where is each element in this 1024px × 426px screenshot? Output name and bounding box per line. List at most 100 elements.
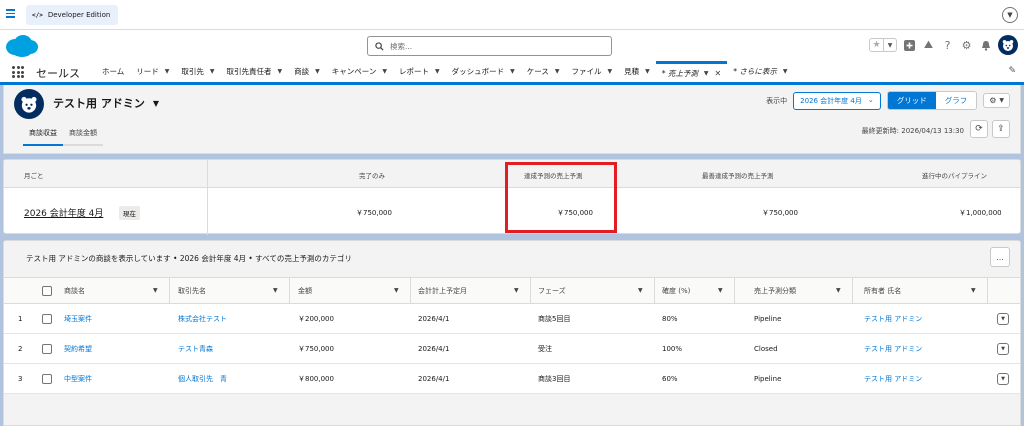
chevron-down-icon[interactable]: ▼ xyxy=(555,68,560,75)
owner-name-link[interactable]: テスト用 アドミン xyxy=(864,364,922,393)
tab-opportunity-revenue[interactable]: 商談収益 xyxy=(23,125,63,146)
trailhead-icon[interactable]: ⛰ xyxy=(922,38,935,52)
developer-edition-pill[interactable]: </> Developer Edition xyxy=(26,5,118,25)
chevron-down-icon[interactable]: ▼ xyxy=(394,287,399,294)
nav-item-quotes[interactable]: 見積 ▼ xyxy=(618,61,656,82)
nav-item-leads[interactable]: リード ▼ xyxy=(130,61,175,82)
summary-period-link[interactable]: 2026 会計年度 4月 xyxy=(24,206,103,219)
summary-closed-value[interactable]: ￥750,000 xyxy=(356,208,392,218)
row-checkbox[interactable] xyxy=(42,364,52,393)
nav-item-label: レポート xyxy=(399,67,430,76)
app-launcher-icon[interactable] xyxy=(12,66,24,78)
row-number: 2 xyxy=(18,344,23,353)
row-actions-button[interactable]: ▼ xyxy=(997,364,1009,393)
nav-item-label: ホーム xyxy=(102,67,125,76)
refresh-icon[interactable]: ⟳ xyxy=(970,120,988,138)
app-name: セールス xyxy=(36,67,80,80)
owner-name-link[interactable]: テスト用 アドミン xyxy=(864,334,922,363)
col-stage[interactable]: フェーズ xyxy=(538,278,566,303)
col-forecast-category[interactable]: 売上予測分類 xyxy=(754,278,796,303)
chevron-down-icon[interactable]: ▼ xyxy=(971,287,976,294)
edit-nav-icon[interactable]: ✎ xyxy=(1008,66,1016,76)
chevron-down-icon[interactable]: ▼ xyxy=(514,287,519,294)
summary-best-case-value[interactable]: ￥750,000 xyxy=(762,208,798,218)
nav-item-files[interactable]: ファイル ▼ xyxy=(566,61,619,82)
forecast-owner-title[interactable]: テスト用 アドミン ▼ xyxy=(53,95,159,111)
chevron-down-icon[interactable]: ▼ xyxy=(704,70,709,77)
nav-item-cases[interactable]: ケース ▼ xyxy=(521,61,566,82)
col-amount[interactable]: 金額 xyxy=(298,278,312,303)
top-bar: </> Developer Edition ▼ xyxy=(0,0,1024,30)
chevron-down-icon[interactable]: ▼ xyxy=(645,68,650,75)
col-probability[interactable]: 確度 (%) xyxy=(662,278,690,303)
chevron-down-icon[interactable]: ▼ xyxy=(153,287,158,294)
account-name-link[interactable]: 個人取引先 青 xyxy=(178,364,227,393)
row-number: 3 xyxy=(18,374,23,383)
nav-item-opportunities[interactable]: 商談 ▼ xyxy=(288,61,326,82)
chevron-down-icon[interactable]: ▼ xyxy=(315,68,320,75)
nav-item-campaigns[interactable]: キャンペーン ▼ xyxy=(326,61,393,82)
opportunity-name-link[interactable]: 埼玉案件 xyxy=(64,304,92,333)
chevron-down-icon[interactable]: ▼ xyxy=(210,68,215,75)
col-close-date[interactable]: 会計計上予定月 xyxy=(418,278,467,303)
chevron-down-icon[interactable]: ▼ xyxy=(883,39,896,51)
row-actions-button[interactable]: ▼ xyxy=(997,304,1009,333)
graph-view-button[interactable]: グラフ xyxy=(935,92,977,109)
chevron-down-icon[interactable]: ▼ xyxy=(278,68,283,75)
nav-item-label: ケース xyxy=(526,67,549,76)
more-actions-button[interactable]: ... xyxy=(990,247,1010,267)
opportunity-name-link[interactable]: 中型案件 xyxy=(64,364,92,393)
nav-item-forecasts[interactable]: * 売上予測 ▼ ✕ xyxy=(655,61,728,82)
export-icon[interactable]: ⇪ xyxy=(992,120,1010,138)
chevron-down-icon[interactable]: ▼ xyxy=(382,68,387,75)
summary-pipeline-value[interactable]: ￥1,000,000 xyxy=(959,208,1002,218)
chevron-down-icon[interactable]: ▼ xyxy=(608,68,613,75)
salesforce-logo[interactable] xyxy=(5,34,39,58)
owner-name-link[interactable]: テスト用 アドミン xyxy=(864,304,922,333)
edition-label: Developer Edition xyxy=(47,11,111,19)
amount-cell: ￥750,000 xyxy=(298,344,334,353)
tab-opportunity-amount[interactable]: 商談金額 xyxy=(63,125,103,146)
settings-menu-button[interactable]: ⚙ ▼ xyxy=(983,93,1010,108)
select-all-checkbox[interactable] xyxy=(42,278,52,303)
chevron-down-icon[interactable]: ▼ xyxy=(638,287,643,294)
nav-item-home[interactable]: ホーム xyxy=(96,61,130,82)
app-menu-icon[interactable] xyxy=(6,9,15,18)
period-select[interactable]: 2026 会計年度 4月 ⌄ xyxy=(793,91,881,110)
opportunity-name-link[interactable]: 契約希望 xyxy=(64,334,92,363)
col-owner-name[interactable]: 所有者 氏名 xyxy=(864,278,901,303)
account-name-link[interactable]: テスト青森 xyxy=(178,334,213,363)
chevron-down-icon[interactable]: ▼ xyxy=(718,287,723,294)
chevron-down-icon[interactable]: ▼ xyxy=(273,287,278,294)
user-avatar[interactable] xyxy=(998,35,1018,55)
nav-item-contacts[interactable]: 取引先責任者 ▼ xyxy=(221,61,289,82)
grid-view-button[interactable]: グリッド xyxy=(887,92,936,109)
chevron-down-icon[interactable]: ▼ xyxy=(1002,7,1018,23)
row-number: 1 xyxy=(18,314,23,323)
chevron-down-icon[interactable]: ▼ xyxy=(435,68,440,75)
nav-item-reports[interactable]: レポート ▼ xyxy=(393,61,446,82)
account-name-link[interactable]: 株式会社テスト xyxy=(178,304,227,333)
chevron-down-icon[interactable]: ▼ xyxy=(165,68,170,75)
nav-item-accounts[interactable]: 取引先 ▼ xyxy=(175,61,220,82)
chevron-down-icon[interactable]: ▼ xyxy=(836,287,841,294)
chevron-down-icon[interactable]: ▼ xyxy=(510,68,515,75)
nav-more[interactable]: * さらに表示 ▼ xyxy=(727,61,793,82)
chevron-down-icon[interactable]: ▼ xyxy=(783,68,788,75)
gear-icon[interactable]: ⚙ xyxy=(960,39,973,52)
col-opportunity-name[interactable]: 商談名 xyxy=(64,278,85,303)
plus-icon[interactable] xyxy=(903,39,916,52)
bell-icon[interactable] xyxy=(979,39,992,52)
column-divider xyxy=(289,278,290,305)
star-icon[interactable]: ★ xyxy=(870,39,883,51)
global-search-input[interactable]: 検索... xyxy=(367,36,612,56)
row-actions-button[interactable]: ▼ xyxy=(997,334,1009,363)
row-checkbox[interactable] xyxy=(42,304,52,333)
close-icon[interactable]: ✕ xyxy=(715,69,722,78)
favorites-control[interactable]: ★ ▼ xyxy=(869,38,897,52)
nav-item-dashboards[interactable]: ダッシュボード ▼ xyxy=(446,61,521,82)
caret-down-icon[interactable]: ▼ xyxy=(153,99,159,108)
help-icon[interactable]: ? xyxy=(941,39,954,52)
col-account-name[interactable]: 取引先名 xyxy=(178,278,206,303)
row-checkbox[interactable] xyxy=(42,334,52,363)
